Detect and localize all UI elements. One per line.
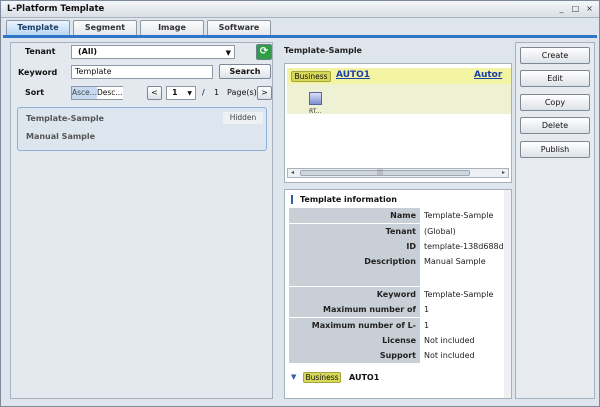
- title-bar: L-Platform Template _ □ ×: [1, 1, 599, 18]
- scroll-right-icon[interactable]: ▸: [499, 169, 508, 177]
- info-key: Description: [289, 254, 420, 286]
- action-pane: Create Edit Copy Delete Publish: [515, 42, 595, 399]
- info-value: (Global): [424, 227, 456, 236]
- next-page-button[interactable]: >: [257, 86, 272, 100]
- info-key: Keyword: [289, 287, 420, 302]
- info-key: Maximum number of L-Servers: [289, 318, 420, 345]
- tenant-value: (All): [78, 47, 97, 56]
- info-value: 1: [424, 305, 430, 314]
- info-value: 1: [424, 321, 430, 330]
- server-label: RT...: [309, 108, 322, 115]
- page-value: 1: [172, 88, 178, 97]
- segment-link-auto1[interactable]: AUTO1: [336, 70, 370, 80]
- tab-bar: Template Segment Image Software: [6, 20, 271, 36]
- scrollbar-thumb[interactable]: [300, 170, 470, 176]
- chevron-down-icon: ▼: [225, 49, 231, 57]
- sort-ascending-button[interactable]: Asce...: [72, 87, 97, 99]
- close-icon[interactable]: ×: [584, 4, 595, 14]
- info-value: Template-Sample: [424, 211, 494, 220]
- hidden-badge: Hidden: [223, 112, 263, 124]
- page-separator: /: [202, 88, 205, 97]
- info-key: Tenant: [289, 224, 420, 239]
- scroll-left-icon[interactable]: ◂: [288, 169, 297, 177]
- page-unit: Page(s): [227, 88, 257, 97]
- info-value: Template-Sample: [424, 290, 494, 299]
- info-row-description: Description Manual Sample: [289, 254, 511, 286]
- scrollbar-grip: |||: [377, 169, 384, 176]
- info-vertical-scrollbar[interactable]: [504, 190, 511, 398]
- template-search-pane: Tenant (All) ▼ ⟳ Keyword Template Search…: [10, 42, 273, 399]
- tab-template[interactable]: Template: [6, 20, 70, 35]
- chevron-down-icon: ▼: [187, 90, 192, 97]
- info-key: Support: [289, 348, 420, 363]
- segment-band: Business AUTO1 Autor RT...: [287, 68, 511, 115]
- copy-button[interactable]: Copy: [520, 94, 590, 111]
- minimize-icon[interactable]: _: [556, 4, 567, 14]
- delete-button[interactable]: Delete: [520, 117, 590, 134]
- l-platform-template-window: L-Platform Template _ □ × Template Segme…: [0, 0, 600, 407]
- template-list: Template-Sample Hidden Manual Sample: [17, 107, 267, 151]
- segment-type-badge: Business: [291, 71, 331, 82]
- tab-underline: [3, 35, 597, 38]
- segment-type-badge: Business: [303, 372, 341, 383]
- preview-title: Template-Sample: [284, 46, 362, 55]
- expand-icon[interactable]: ▼: [291, 373, 296, 381]
- sort-label: Sort: [25, 88, 45, 97]
- segment-link-second[interactable]: Autor: [474, 70, 502, 80]
- info-row-keyword: Keyword Template-Sample: [289, 287, 511, 302]
- template-information-title: Template information: [291, 195, 397, 204]
- maximize-icon[interactable]: □: [570, 4, 581, 14]
- info-row-max-l-servers: Maximum number of L-Servers 1: [289, 318, 511, 345]
- keyword-input[interactable]: Template: [71, 65, 213, 79]
- template-information-panel: Template information Name Template-Sampl…: [284, 189, 512, 399]
- server-icon[interactable]: [309, 92, 322, 105]
- page-total: 1: [214, 88, 220, 97]
- info-value: Manual Sample: [424, 257, 486, 266]
- tenant-select[interactable]: (All) ▼: [71, 45, 235, 59]
- segment-name: AUTO1: [349, 373, 380, 382]
- info-value: Not included: [424, 336, 475, 345]
- info-key: License: [289, 333, 420, 348]
- tab-software[interactable]: Software: [207, 20, 271, 35]
- publish-button[interactable]: Publish: [520, 141, 590, 158]
- previous-page-button[interactable]: <: [147, 86, 162, 100]
- tab-image[interactable]: Image: [140, 20, 204, 35]
- info-value: template-138d688dd90: [424, 242, 512, 251]
- info-row-license: License Not included: [289, 333, 511, 348]
- sort-descending-button[interactable]: Desc...: [96, 87, 123, 99]
- template-item-manual-sample[interactable]: Manual Sample: [26, 132, 95, 141]
- refresh-icon[interactable]: ⟳: [256, 44, 272, 60]
- info-key: Maximum number of segments: [289, 302, 420, 329]
- template-item-template-sample[interactable]: Template-Sample: [26, 114, 104, 123]
- info-value: Not included: [424, 351, 475, 360]
- info-key: ID: [289, 239, 420, 254]
- sort-toggle: Asce... Desc...: [71, 86, 123, 100]
- info-row-id: ID template-138d688dd90: [289, 239, 512, 254]
- tab-segment[interactable]: Segment: [73, 20, 137, 35]
- info-row-max-segments: Maximum number of segments 1: [289, 302, 511, 329]
- template-preview: Business AUTO1 Autor RT... ◂ ||| ▸: [284, 63, 512, 183]
- info-key: Name: [289, 208, 420, 223]
- window-controls: _ □ ×: [556, 4, 595, 14]
- page-select[interactable]: 1 ▼: [166, 86, 196, 100]
- keyword-label: Keyword: [18, 68, 58, 77]
- preview-horizontal-scrollbar[interactable]: ◂ ||| ▸: [287, 168, 509, 178]
- info-row-support: Support Not included: [289, 348, 511, 363]
- search-button[interactable]: Search: [219, 64, 271, 79]
- info-row-tenant: Tenant (Global): [289, 224, 511, 239]
- tenant-label: Tenant: [25, 47, 56, 56]
- info-row-name: Name Template-Sample: [289, 208, 511, 223]
- edit-button[interactable]: Edit: [520, 70, 590, 87]
- create-button[interactable]: Create: [520, 47, 590, 64]
- window-title: L-Platform Template: [7, 4, 105, 14]
